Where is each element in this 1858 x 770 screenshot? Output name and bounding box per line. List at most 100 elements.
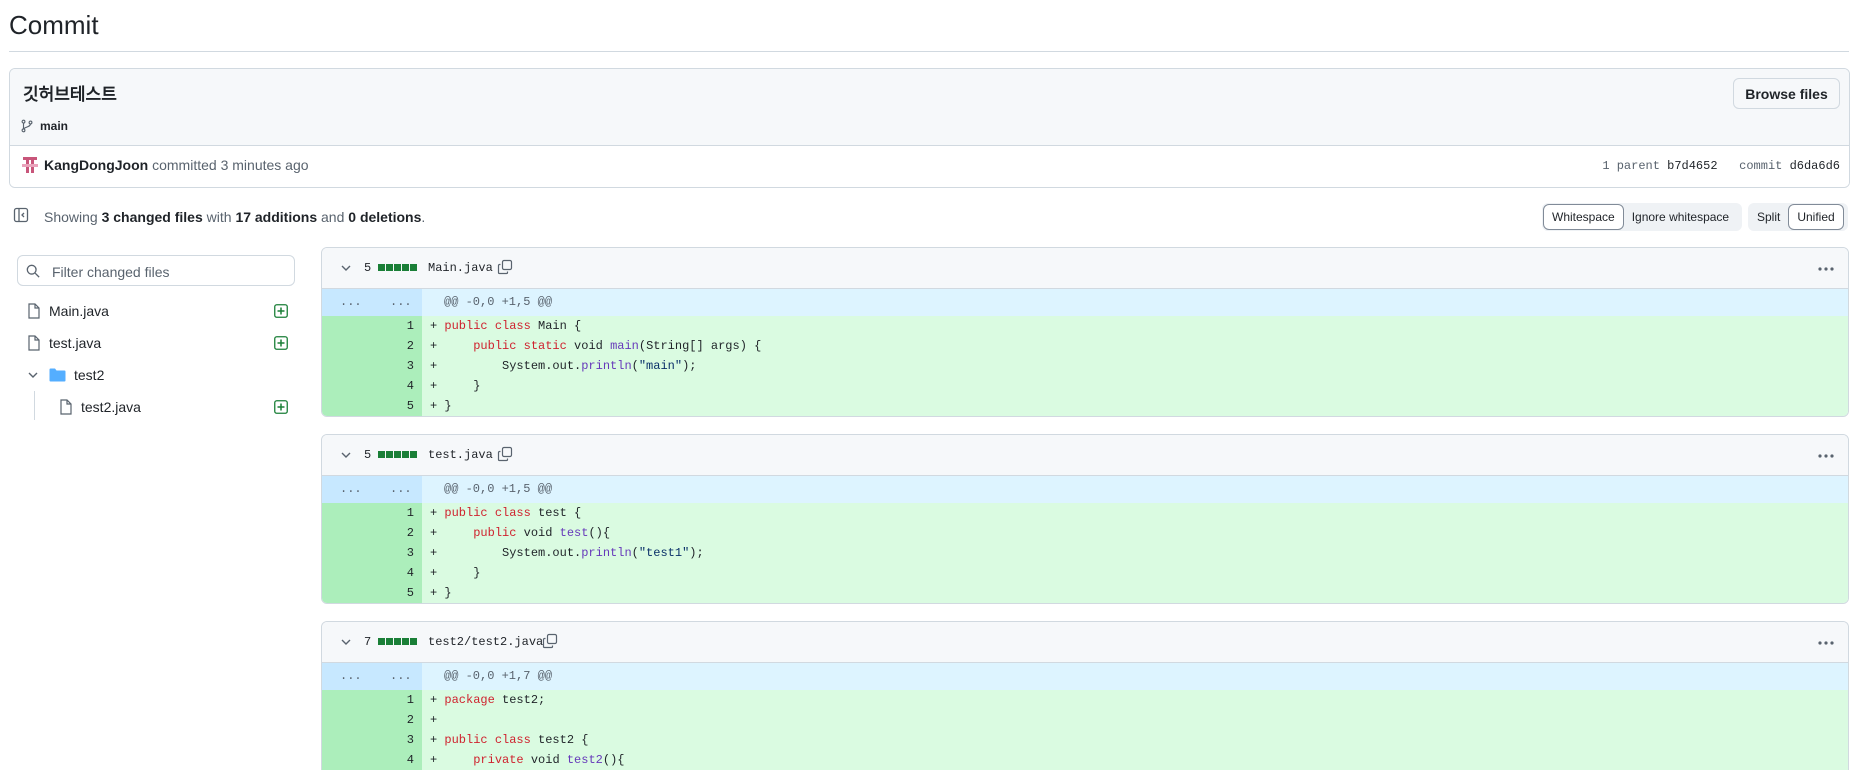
hunk-range: @@ -0,0 +1,5 @@ [444, 295, 553, 309]
hunk-expand-right[interactable]: ... [390, 295, 412, 309]
folder-icon [49, 368, 66, 382]
tree-item-test2-java[interactable]: test2.java [59, 391, 141, 423]
code-line: + System.out.println("test1"); [430, 546, 704, 560]
line-number[interactable]: 5 [372, 583, 422, 603]
filter-changed-files [17, 255, 295, 286]
commit-action: committed [152, 157, 217, 173]
branch-name: main [40, 119, 69, 133]
avatar[interactable] [20, 155, 40, 175]
whitespace-toggle: Whitespace Ignore whitespace [1542, 203, 1742, 231]
page-title: Commit [9, 10, 99, 40]
line-number[interactable]: 4 [372, 750, 422, 770]
diff-file-name[interactable]: test2/test2.java [428, 635, 543, 649]
summary-suffix: . [421, 209, 426, 225]
diff-line: 2 + public static void main(String[] args… [322, 336, 1848, 356]
code-line: + public class Main { [430, 319, 582, 333]
browse-files-button[interactable]: Browse files [1733, 78, 1840, 109]
code-line: + } [430, 379, 481, 393]
code-line: + [430, 713, 438, 727]
parent-sha[interactable]: b7d4652 [1667, 159, 1717, 173]
file-added-icon [274, 400, 288, 414]
commit-time: 3 minutes ago [220, 157, 309, 173]
tree-item-label: test2.java [81, 399, 141, 415]
code-line: + public static void main(String[] args)… [430, 339, 762, 353]
code-line: + private void test2(){ [430, 753, 625, 767]
branch-label[interactable]: main [20, 119, 68, 133]
ignore-whitespace-button[interactable]: Ignore whitespace [1624, 204, 1737, 230]
chevron-down-icon[interactable] [340, 262, 352, 274]
summary-additions: 17 additions [235, 209, 318, 225]
copy-icon[interactable] [497, 446, 513, 462]
tree-item-main-java[interactable]: Main.java [27, 295, 109, 327]
diff-line: 5 + } [322, 396, 1848, 416]
file-added-icon [274, 304, 288, 318]
hunk-expand-left[interactable]: ... [340, 482, 362, 496]
tree-item-test-java[interactable]: test.java [27, 327, 101, 359]
copy-icon[interactable] [497, 259, 513, 275]
diff-line: 3 + System.out.println("test1"); [322, 543, 1848, 563]
whitespace-button[interactable]: Whitespace [1543, 204, 1624, 230]
line-number[interactable]: 3 [372, 356, 422, 376]
diff-line-count: 5 [364, 448, 372, 462]
line-number[interactable]: 4 [372, 563, 422, 583]
tree-item-test2-folder[interactable]: test2 [27, 359, 104, 391]
hunk-expand-right[interactable]: ... [390, 669, 412, 683]
line-number[interactable]: 3 [372, 730, 422, 750]
line-number[interactable]: 1 [372, 690, 422, 710]
sidebar-collapse-icon[interactable] [13, 207, 29, 223]
file-added-icon [274, 336, 288, 350]
split-button[interactable]: Split [1749, 204, 1788, 230]
diff-file-test2-java: 7 test2/test2.java ... ... @@ -0,0 +1,7 … [321, 621, 1849, 770]
diff-line: 2 + [322, 710, 1848, 730]
unified-button[interactable]: Unified [1788, 204, 1844, 230]
code-line: + public class test2 { [430, 733, 589, 747]
tree-item-label: Main.java [49, 303, 109, 319]
line-number[interactable]: 2 [372, 710, 422, 730]
diff-file-name[interactable]: Main.java [428, 261, 493, 275]
hunk-header: ... ... @@ -0,0 +1,5 @@ [322, 289, 1848, 316]
hunk-expand-right[interactable]: ... [390, 482, 412, 496]
view-mode-toggle: Split Unified [1748, 203, 1848, 231]
line-number[interactable]: 1 [372, 316, 422, 336]
git-branch-icon [21, 119, 33, 133]
search-icon [26, 264, 40, 278]
filter-input[interactable] [50, 260, 284, 283]
summary-changed: 3 changed files [101, 209, 203, 225]
diff-file-main-java: 5 Main.java ... ... @@ -0,0 +1,5 @@ 1 + p… [321, 247, 1849, 417]
line-number[interactable]: 5 [372, 396, 422, 416]
line-number[interactable]: 1 [372, 503, 422, 523]
hunk-header: ... ... @@ -0,0 +1,5 @@ [322, 476, 1848, 503]
copy-icon[interactable] [542, 633, 558, 649]
kebab-menu-icon[interactable] [1818, 454, 1834, 458]
summary-with: with [206, 209, 232, 225]
diffstat-bar [378, 264, 417, 271]
diffstat-bar [378, 451, 417, 458]
summary-prefix: Showing [44, 209, 98, 225]
kebab-menu-icon[interactable] [1818, 641, 1834, 645]
tree-indent-guide [34, 391, 35, 420]
diff-line: 3 + System.out.println("main"); [322, 356, 1848, 376]
diff-file-test-java: 5 test.java ... ... @@ -0,0 +1,5 @@ 1 + p… [321, 434, 1849, 604]
chevron-down-icon[interactable] [27, 369, 39, 381]
hunk-expand-left[interactable]: ... [340, 669, 362, 683]
line-number[interactable]: 4 [372, 376, 422, 396]
commit-message: 깃허브테스트 [23, 85, 117, 105]
summary-and: and [321, 209, 345, 225]
file-icon [28, 303, 40, 319]
sha-line: 1 parent b7d4652 commit d6da6d6 [1602, 159, 1840, 173]
diff-line: 1 + public class test { [322, 503, 1848, 523]
kebab-menu-icon[interactable] [1818, 267, 1834, 271]
hunk-range: @@ -0,0 +1,5 @@ [444, 482, 553, 496]
author-name[interactable]: KangDongJoon [44, 157, 148, 173]
title-divider [9, 51, 1849, 52]
hunk-expand-left[interactable]: ... [340, 295, 362, 309]
chevron-down-icon[interactable] [340, 449, 352, 461]
line-number[interactable]: 3 [372, 543, 422, 563]
line-number[interactable]: 2 [372, 523, 422, 543]
code-line: + System.out.println("main"); [430, 359, 697, 373]
commit-meta: KangDongJoon committed 3 minutes ago 1 p… [10, 146, 1849, 187]
diff-file-name[interactable]: test.java [428, 448, 493, 462]
chevron-down-icon[interactable] [340, 636, 352, 648]
commit-label: commit [1739, 159, 1783, 173]
line-number[interactable]: 2 [372, 336, 422, 356]
